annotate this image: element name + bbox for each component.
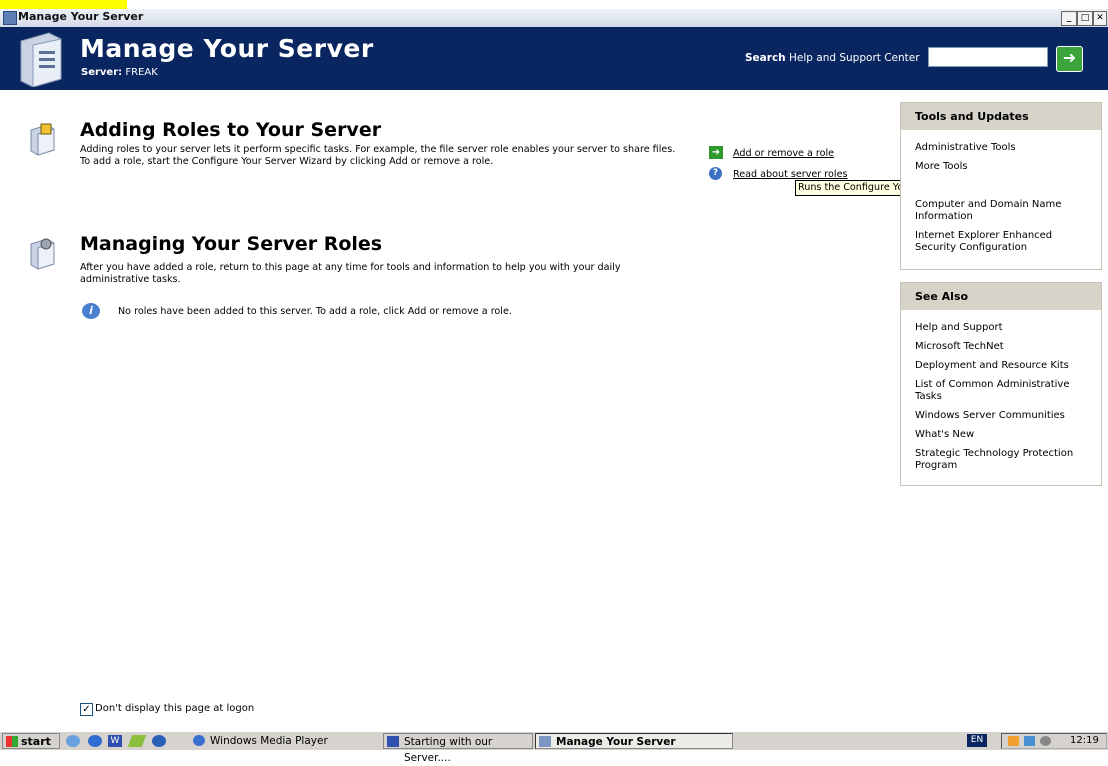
task-manage-server[interactable]: Manage Your Server [535, 733, 733, 749]
task-media-player[interactable]: Windows Media Player [190, 733, 350, 749]
close-button[interactable]: ✕ [1093, 11, 1107, 26]
title-strip [0, 9, 1108, 28]
section-adding-roles-text: Adding roles to your server lets it perf… [80, 144, 676, 167]
search-label-text: Help and Support Center [789, 52, 920, 64]
whats-new-link[interactable]: What's New [915, 429, 1095, 441]
strategic-protection-link[interactable]: Strategic Technology Protection Program [915, 448, 1095, 472]
media-icon[interactable] [152, 735, 166, 747]
add-role-icon [30, 123, 55, 156]
task-label: Windows Media Player [210, 735, 328, 747]
section-managing-roles-title: Managing Your Server Roles [80, 233, 383, 255]
obscured-link[interactable] [915, 180, 1095, 192]
logon-checkbox-label: Don't display this page at logon [95, 703, 255, 714]
technet-link[interactable]: Microsoft TechNet [915, 341, 1095, 353]
server-label: Server: [81, 67, 123, 78]
media-player-icon [193, 735, 205, 746]
restore-button[interactable]: □ [1077, 11, 1093, 26]
minimize-button[interactable]: _ [1061, 11, 1077, 26]
quick-launch-icon[interactable] [127, 735, 147, 747]
title-bar[interactable]: Manage Your Server _ □ ✕ [0, 0, 1108, 28]
more-tools-link[interactable]: More Tools [915, 161, 1095, 173]
manage-roles-icon [30, 238, 55, 270]
administrative-tools-link[interactable]: Administrative Tools [915, 142, 1095, 154]
taskbar: start W Windows Media Player Starting wi… [0, 731, 1108, 764]
page-title: Manage Your Server [80, 34, 374, 63]
window-icon [3, 11, 17, 25]
read-about-roles-link[interactable]: Read about server roles [733, 169, 847, 180]
search-label: Search Help and Support Center [745, 52, 920, 64]
search-input[interactable] [928, 47, 1048, 67]
no-roles-message: No roles have been added to this server.… [118, 306, 512, 317]
server-logo-icon [20, 32, 62, 87]
see-also-header: See Also [901, 283, 1101, 310]
document-icon [387, 736, 399, 747]
start-label: start [21, 735, 51, 748]
computer-domain-info-link[interactable]: Computer and Domain Name Information [915, 199, 1095, 223]
info-icon: i [82, 303, 100, 319]
help-support-link[interactable]: Help and Support [915, 322, 1095, 334]
network-icon[interactable] [1024, 736, 1035, 746]
windows-logo-icon [6, 736, 18, 747]
task-label: Manage Your Server [556, 736, 676, 748]
clock[interactable]: 12:19 [1070, 735, 1099, 746]
tools-updates-header: Tools and Updates [901, 103, 1101, 130]
search-go-button[interactable]: ➜ [1056, 46, 1083, 72]
volume-icon[interactable] [1040, 736, 1051, 746]
help-icon: ? [709, 167, 722, 180]
show-desktop-icon[interactable] [66, 735, 80, 747]
word-icon[interactable]: W [108, 735, 122, 747]
server-icon [539, 736, 551, 747]
server-info: Server: FREAK [81, 67, 158, 78]
start-button[interactable]: start [2, 733, 60, 749]
admin-tasks-link[interactable]: List of Common Administrative Tasks [915, 379, 1095, 403]
green-arrow-icon: ➜ [709, 146, 723, 159]
language-indicator[interactable]: EN [967, 734, 987, 747]
header-banner: Manage Your Server Server: FREAK Search … [0, 27, 1108, 90]
task-label: Starting with our Server.... [404, 736, 493, 764]
internet-explorer-icon[interactable] [88, 735, 102, 747]
highlight-strip [0, 0, 127, 9]
system-tray: 12:19 [1001, 733, 1107, 749]
add-remove-role-link[interactable]: Add or remove a role [733, 148, 834, 159]
search-label-bold: Search [745, 52, 786, 64]
ie-security-config-link[interactable]: Internet Explorer Enhanced Security Conf… [915, 230, 1095, 254]
section-managing-roles-text: After you have added a role, return to t… [80, 262, 621, 285]
window-title: Manage Your Server [18, 10, 144, 23]
section-adding-roles-title: Adding Roles to Your Server [80, 119, 382, 141]
server-communities-link[interactable]: Windows Server Communities [915, 410, 1095, 422]
server-name: FREAK [125, 67, 158, 78]
tools-updates-panel: Tools and Updates Administrative Tools M… [900, 102, 1102, 270]
see-also-panel: See Also Help and Support Microsoft Tech… [900, 282, 1102, 486]
deployment-kits-link[interactable]: Deployment and Resource Kits [915, 360, 1095, 372]
logon-checkbox[interactable]: ✓ [80, 703, 93, 716]
tray-icon[interactable] [1008, 736, 1019, 746]
task-starting-server[interactable]: Starting with our Server.... [383, 733, 533, 764]
